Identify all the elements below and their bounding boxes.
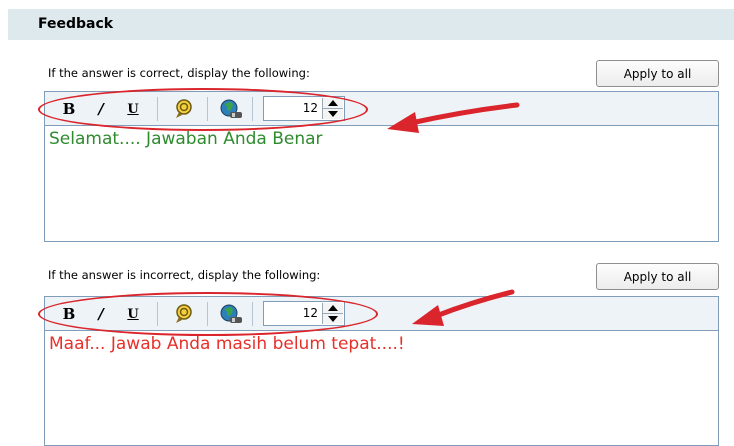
- annotation-arrow: [387, 102, 520, 133]
- correct-prompt-label: If the answer is correct, display the fo…: [48, 66, 310, 80]
- bold-icon[interactable]: B: [59, 303, 79, 325]
- spin-down-button[interactable]: [323, 314, 343, 324]
- editor-toolbar: B / U 12: [45, 92, 718, 126]
- spinner-buttons: [322, 98, 343, 119]
- incorrect-prompt-label: If the answer is incorrect, display the …: [48, 268, 321, 282]
- correct-feedback-text-area[interactable]: Selamat.... Jawaban Anda Benar: [45, 126, 718, 241]
- incorrect-feedback-text-area[interactable]: Maaf... Jawab Anda masih belum tepat....…: [45, 331, 718, 445]
- incorrect-feedback-editor: B / U 12 Maaf... Jawab Anda masih belum …: [44, 296, 719, 446]
- italic-icon[interactable]: /: [91, 303, 111, 325]
- correct-feedback-text: Selamat.... Jawaban Anda Benar: [49, 129, 323, 149]
- font-size-value: 12: [302, 101, 318, 115]
- toolbar-separator: [157, 302, 158, 326]
- spinner-buttons: [322, 303, 343, 324]
- hyperlink-icon[interactable]: [217, 303, 245, 325]
- annotation-arrow: [412, 289, 515, 326]
- font-size-value: 12: [302, 306, 318, 320]
- hyperlink-icon[interactable]: [217, 98, 245, 120]
- italic-icon[interactable]: /: [91, 98, 111, 120]
- toolbar-separator: [252, 97, 253, 121]
- spin-up-button[interactable]: [323, 98, 343, 109]
- spin-down-button[interactable]: [323, 109, 343, 119]
- toolbar-separator: [157, 97, 158, 121]
- bold-icon[interactable]: B: [59, 98, 79, 120]
- apply-to-all-button[interactable]: Apply to all: [596, 263, 719, 290]
- toolbar-separator: [252, 302, 253, 326]
- feedback-header: [8, 9, 734, 40]
- spin-up-button[interactable]: [323, 303, 343, 314]
- font-size-spinner[interactable]: 12: [263, 96, 345, 121]
- correct-feedback-editor: B / U 12 Selamat.... Jawaban Anda Benar: [44, 91, 719, 242]
- spell-check-icon[interactable]: [171, 303, 197, 325]
- apply-to-all-button[interactable]: Apply to all: [596, 60, 719, 87]
- underline-icon[interactable]: U: [123, 98, 143, 120]
- spell-check-icon[interactable]: [171, 98, 197, 120]
- incorrect-feedback-text: Maaf... Jawab Anda masih belum tepat....…: [49, 334, 405, 354]
- editor-toolbar: B / U 12: [45, 297, 718, 331]
- font-size-spinner[interactable]: 12: [263, 301, 345, 326]
- underline-icon[interactable]: U: [123, 303, 143, 325]
- toolbar-separator: [207, 302, 208, 326]
- toolbar-separator: [207, 97, 208, 121]
- feedback-title: Feedback: [38, 16, 114, 32]
